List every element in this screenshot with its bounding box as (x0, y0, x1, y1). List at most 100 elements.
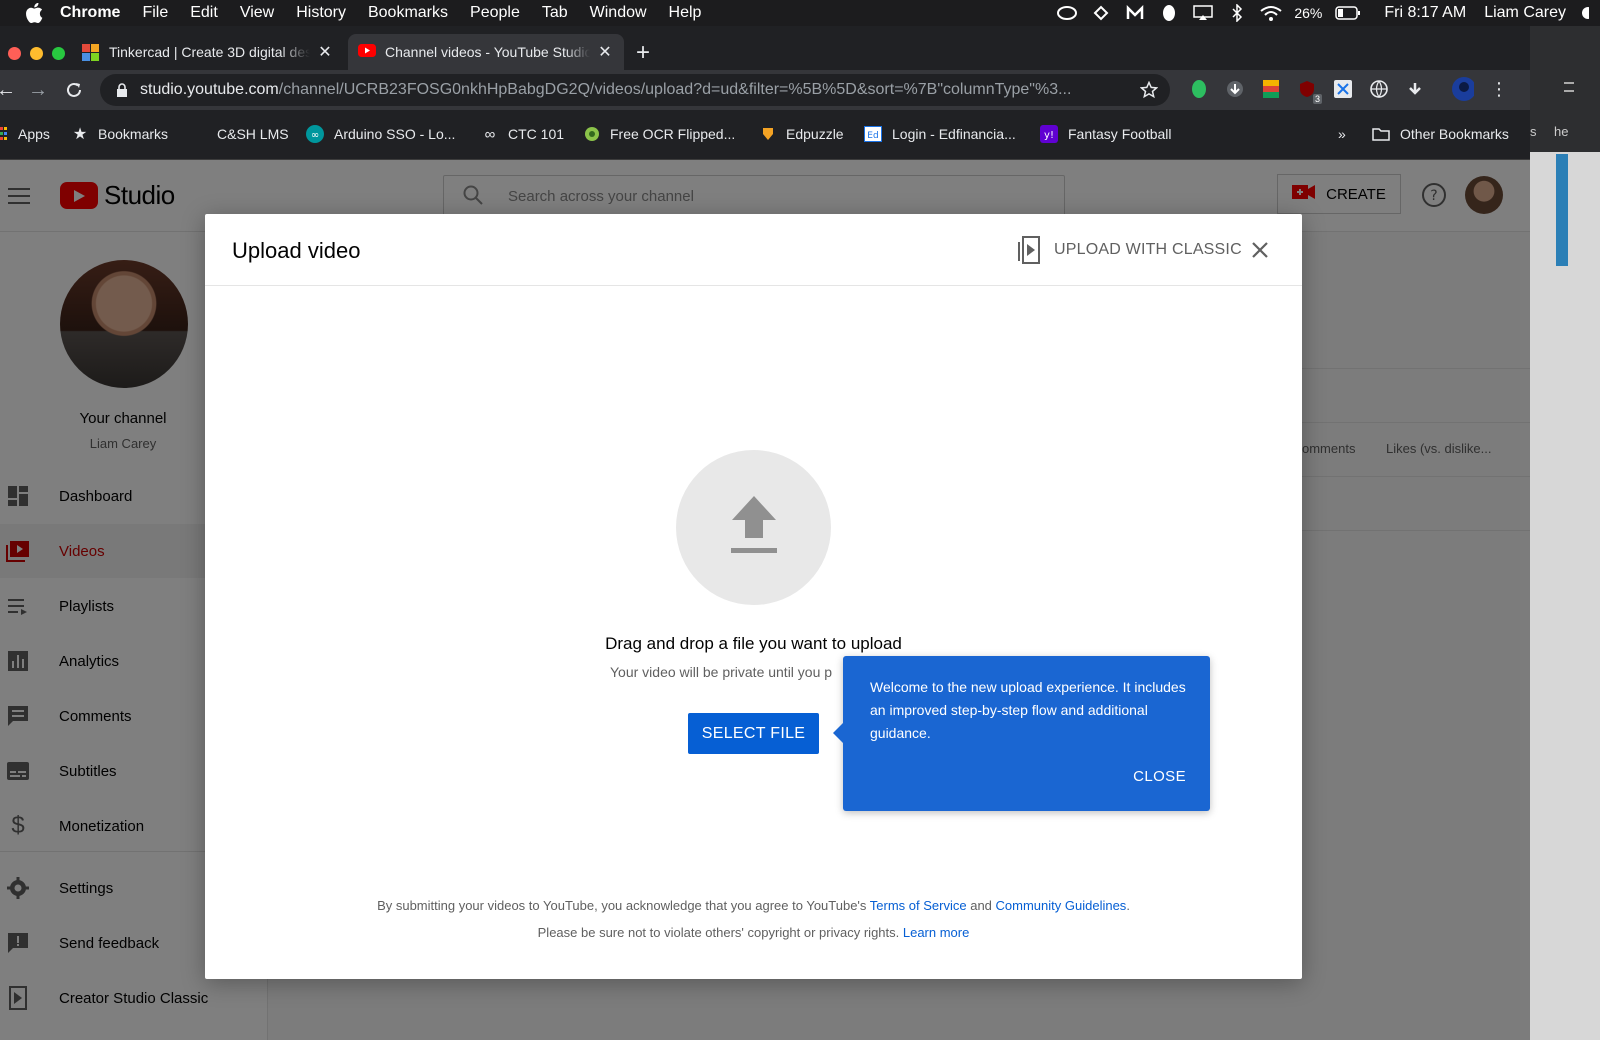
lock-icon[interactable] (116, 82, 130, 98)
svg-text:Ed: Ed (867, 131, 878, 141)
download-extension-icon[interactable] (1224, 78, 1246, 100)
apps-grid-icon (0, 126, 8, 142)
bookmark-csh-lms[interactable]: C&SH LMS (217, 126, 289, 142)
tooltip-message: Welcome to the new upload experience. It… (870, 679, 1186, 741)
close-icon[interactable]: ✕ (316, 43, 334, 61)
learn-more-link[interactable]: Learn more (903, 925, 969, 940)
google-keep-icon[interactable] (1260, 78, 1282, 100)
menu-app-name[interactable]: Chrome (60, 4, 120, 22)
dialog-header: Upload video UPLOAD WITH CLASSIC (205, 214, 1302, 286)
apple-icon[interactable] (22, 2, 46, 24)
new-tab-button[interactable]: + (630, 39, 656, 66)
classic-studio-icon (1018, 236, 1042, 264)
bookmark-other-bookmarks[interactable]: Other Bookmarks (1372, 126, 1509, 142)
forward-arrow-icon[interactable]: → (26, 78, 50, 102)
minimize-window-button[interactable] (30, 47, 43, 60)
menu-file[interactable]: File (142, 4, 168, 22)
bookmark-label: Apps (18, 126, 50, 142)
back-arrow-icon[interactable]: ← (0, 78, 18, 102)
dialog-title: Upload video (232, 238, 361, 263)
menu-clock[interactable]: Fri 8:17 AM (1384, 4, 1466, 22)
tab-title: Tinkercad | Create 3D digital designs (109, 44, 310, 60)
battery-icon[interactable] (1334, 4, 1362, 22)
wifi-icon[interactable] (1260, 4, 1282, 22)
edpuzzle-icon (760, 126, 776, 142)
background-window-edge: s he (1530, 26, 1600, 1040)
menu-help[interactable]: Help (669, 4, 702, 22)
background-window-accent (1556, 154, 1568, 266)
bookmark-star-icon[interactable] (1138, 79, 1160, 101)
chrome-window-frame: Tinkercad | Create 3D digital designs ✕ … (0, 26, 1560, 160)
close-window-button[interactable] (8, 47, 21, 60)
profile-avatar-icon[interactable] (1452, 77, 1474, 101)
menu-user[interactable]: Liam Carey (1484, 4, 1566, 22)
download-arrow-icon[interactable] (1404, 78, 1426, 100)
bookmarks-bar: Apps ★ Bookmarks C&SH LMS ∞ Arduino SSO … (0, 110, 1560, 158)
tab-youtube-studio[interactable]: Channel videos - YouTube Studio ✕ (348, 34, 624, 70)
battery-percentage: 26% (1294, 5, 1323, 21)
screen-capture-icon[interactable] (1332, 78, 1354, 100)
bookmark-bookmarks[interactable]: ★ Bookmarks (72, 126, 169, 143)
tooltip-close-button[interactable]: CLOSE (1133, 768, 1186, 785)
bluetooth-icon[interactable] (1226, 4, 1248, 22)
close-icon[interactable] (1248, 238, 1272, 262)
legal-text: and (966, 898, 996, 913)
airplay-icon[interactable] (1192, 4, 1214, 22)
menu-history[interactable]: History (296, 4, 346, 22)
bookmark-edfinancial[interactable]: Ed Login - Edfinancia... (864, 126, 1016, 142)
reload-icon[interactable] (62, 78, 86, 102)
creative-cloud-icon[interactable] (1056, 4, 1078, 22)
menu-lines-icon (1564, 82, 1574, 92)
notification-center-icon[interactable] (1578, 4, 1590, 22)
upload-drop-target[interactable] (676, 450, 831, 605)
terms-of-service-link[interactable]: Terms of Service (870, 898, 967, 913)
bookmark-arduino[interactable]: ∞ Arduino SSO - Lo... (306, 125, 455, 143)
community-guidelines-link[interactable]: Community Guidelines (996, 898, 1127, 913)
url-host: studio.youtube.com (140, 81, 279, 98)
menu-bar-status-area: 26% Fri 8:17 AM Liam Carey (1056, 0, 1590, 26)
select-file-button[interactable]: SELECT FILE (688, 713, 819, 754)
bookmark-label: Bookmarks (98, 126, 169, 142)
arduino-icon: ∞ (306, 125, 324, 143)
bookmark-apps[interactable]: Apps (0, 126, 50, 142)
chrome-menu-icon[interactable]: ⋮ (1488, 78, 1510, 100)
upload-with-classic-label: UPLOAD WITH CLASSIC (1054, 241, 1242, 258)
bookmark-label: Login - Edfinancia... (892, 126, 1016, 142)
menu-tab[interactable]: Tab (542, 4, 568, 22)
sync-icon[interactable] (1090, 4, 1112, 22)
globe-extension-icon[interactable] (1368, 78, 1390, 100)
menu-edit[interactable]: Edit (190, 4, 218, 22)
ocr-icon (584, 126, 600, 142)
menu-view[interactable]: View (240, 4, 274, 22)
privacy-notice: Your video will be private until you p (610, 664, 833, 680)
menu-bookmarks[interactable]: Bookmarks (368, 4, 448, 22)
evernote-extension-icon[interactable] (1188, 78, 1210, 100)
menu-people[interactable]: People (470, 4, 520, 22)
overflow-label: » (1338, 126, 1346, 142)
bookmark-label: Free OCR Flipped... (610, 126, 736, 142)
mail-m-icon[interactable] (1124, 4, 1146, 22)
ublock-icon[interactable]: 3 (1296, 78, 1322, 104)
menu-window[interactable]: Window (590, 4, 647, 22)
bookmark-free-ocr[interactable]: Free OCR Flipped... (584, 126, 735, 142)
upload-with-classic-button[interactable]: UPLOAD WITH CLASSIC (1018, 236, 1242, 264)
legal-notice-line-2: Please be sure not to violate others' co… (205, 925, 1302, 940)
drag-drop-instructions: Drag and drop a file you want to upload (605, 634, 902, 653)
star-icon: ★ (72, 126, 88, 143)
zoom-window-button[interactable] (52, 47, 65, 60)
evernote-icon[interactable] (1158, 4, 1180, 22)
tooltip-arrow (833, 722, 844, 744)
bookmarks-overflow-chevron[interactable]: » (1338, 126, 1346, 142)
svg-text:∞: ∞ (311, 130, 319, 141)
background-window-text: he (1554, 124, 1569, 139)
bookmark-fantasy-football[interactable]: y! Fantasy Football (1040, 125, 1172, 143)
legal-text: By submitting your videos to YouTube, yo… (377, 898, 870, 913)
bookmark-edpuzzle[interactable]: Edpuzzle (760, 126, 844, 142)
bookmark-label: C&SH LMS (217, 126, 289, 142)
close-icon[interactable]: ✕ (596, 43, 614, 61)
bookmark-label: Fantasy Football (1068, 126, 1172, 142)
welcome-tooltip: Welcome to the new upload experience. It… (833, 656, 1210, 811)
bookmark-ctc-101[interactable]: ∞ CTC 101 (482, 126, 564, 143)
address-bar[interactable]: studio.youtube.com/channel/UCRB23FOSG0nk… (100, 74, 1170, 106)
tab-tinkercad[interactable]: Tinkercad | Create 3D digital designs ✕ (72, 34, 344, 70)
